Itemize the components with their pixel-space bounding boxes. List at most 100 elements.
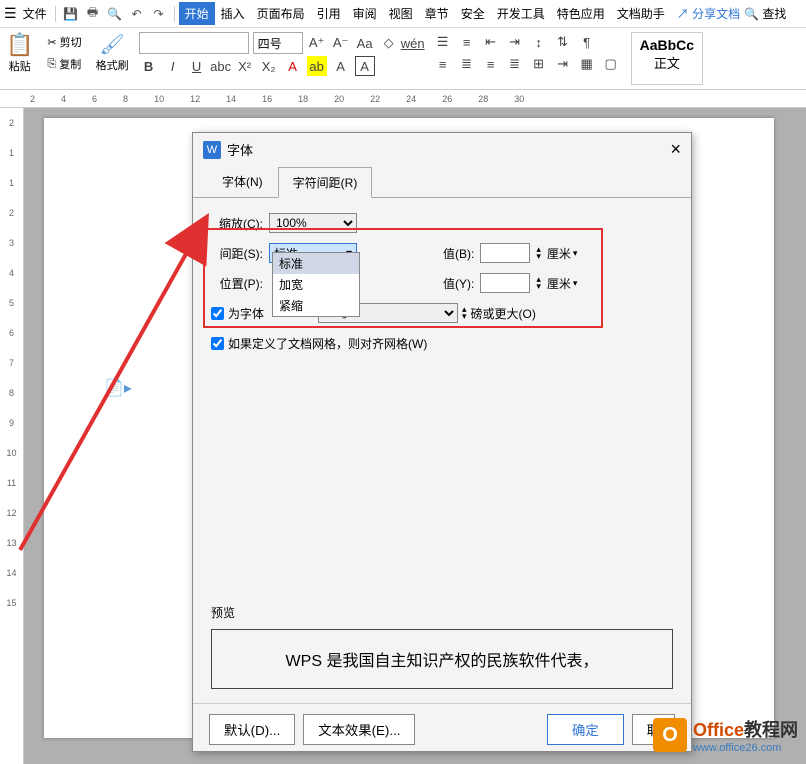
strike-icon[interactable]: abc <box>211 56 231 76</box>
position-value-label: 值(Y): <box>443 275 474 292</box>
kerning-checkbox[interactable] <box>211 307 224 320</box>
navigation-icon[interactable]: 📄▸ <box>104 378 132 398</box>
dialog-tabs: 字体(N) 字符间距(R) <box>193 166 691 198</box>
preview-icon[interactable]: 🔍 <box>107 6 123 22</box>
menu-icon[interactable]: ☰ <box>4 5 17 22</box>
brush-icon: 🖌 <box>99 32 124 57</box>
tab-icon[interactable]: ⇥ <box>553 54 573 74</box>
print-icon[interactable]: 🖶 <box>85 6 101 22</box>
dialog-body: 缩放(C): 100% 间距(S): 标准▾ 值(B): ▴▾ 厘米 位置(P)… <box>193 198 691 703</box>
spacing-option-standard[interactable]: 标准 <box>273 253 359 274</box>
close-icon[interactable]: × <box>670 139 681 160</box>
tab-review[interactable]: 审阅 <box>347 2 383 25</box>
superscript-icon[interactable]: X² <box>235 56 255 76</box>
kerning-suffix: 磅或更大(O) <box>471 305 536 322</box>
tab-security[interactable]: 安全 <box>455 2 491 25</box>
paste-label: 粘贴 <box>9 58 31 74</box>
grid-label: 如果定义了文档网格，则对齐网格(W) <box>228 335 427 352</box>
tab-view[interactable]: 视图 <box>383 2 419 25</box>
cut-button[interactable]: ✂剪切 <box>43 32 85 52</box>
app-icon: W <box>203 141 221 159</box>
tab-reference[interactable]: 引用 <box>311 2 347 25</box>
watermark: O Office教程网 www.office26.com <box>653 716 798 754</box>
spinner-icon[interactable]: ▴▾ <box>462 306 467 320</box>
numbering-icon[interactable]: ≡ <box>457 32 477 52</box>
font-name-input[interactable] <box>139 32 249 54</box>
tab-insert[interactable]: 插入 <box>215 2 251 25</box>
save-icon[interactable]: 💾 <box>63 6 79 22</box>
tab-dev[interactable]: 开发工具 <box>491 2 551 25</box>
clear-format-icon[interactable]: ◇ <box>379 33 399 53</box>
paste-button[interactable]: 📋 粘贴 <box>6 32 33 85</box>
font-size-input[interactable] <box>253 32 303 54</box>
spacing-value-label: 值(B): <box>443 245 474 262</box>
char-shading-icon[interactable]: A <box>331 56 351 76</box>
tab-section[interactable]: 章节 <box>419 2 455 25</box>
spacing-option-condensed[interactable]: 紧缩 <box>273 295 359 316</box>
dialog-title: 字体 <box>227 140 253 159</box>
tab-font[interactable]: 字体(N) <box>207 166 278 197</box>
phonetic-icon[interactable]: wén <box>403 33 423 53</box>
default-button[interactable]: 默认(D)... <box>209 714 295 745</box>
grow-font-icon[interactable]: A⁺ <box>307 33 327 53</box>
text-effect-button[interactable]: 文本效果(E)... <box>303 714 415 745</box>
preview-text: WPS 是我国自主知识产权的民族软件代表， <box>286 647 599 671</box>
show-marks-icon[interactable]: ¶ <box>577 32 597 52</box>
ribbon: 📋 粘贴 ✂剪切 ⎘复制 🖌 格式刷 A⁺ A⁻ Aa ◇ wén B I U … <box>0 28 806 90</box>
dialog-titlebar: W 字体 × <box>193 133 691 166</box>
indent-dec-icon[interactable]: ⇤ <box>481 32 501 52</box>
spacing-option-expanded[interactable]: 加宽 <box>273 274 359 295</box>
file-menu[interactable]: 文件 <box>19 5 51 22</box>
format-painter-button[interactable]: 🖌 格式刷 <box>96 32 129 85</box>
underline-icon[interactable]: U <box>187 56 207 76</box>
spacing-unit[interactable]: 厘米 <box>547 245 578 262</box>
share-link[interactable]: ↗ 分享文档 <box>677 5 740 22</box>
style-normal[interactable]: AaBbCc 正文 <box>631 32 703 85</box>
copy-button[interactable]: ⎘复制 <box>43 54 85 74</box>
scissors-icon: ✂ <box>47 36 56 49</box>
scale-select[interactable]: 100% <box>269 213 357 233</box>
distribute-icon[interactable]: ⊞ <box>529 54 549 74</box>
char-border-icon[interactable]: A <box>355 56 375 76</box>
tab-assistant[interactable]: 文档助手 <box>611 2 671 25</box>
paste-icon: 📋 <box>6 32 33 58</box>
italic-icon[interactable]: I <box>163 56 183 76</box>
indent-inc-icon[interactable]: ⇥ <box>505 32 525 52</box>
position-unit[interactable]: 厘米 <box>547 275 578 292</box>
line-spacing-icon[interactable]: ↕ <box>529 32 549 52</box>
tab-home[interactable]: 开始 <box>179 2 215 25</box>
shading-icon[interactable]: ▦ <box>577 54 597 74</box>
tab-layout[interactable]: 页面布局 <box>251 2 311 25</box>
vertical-ruler[interactable]: 21123456789101112131415 <box>0 108 24 764</box>
bullets-icon[interactable]: ☰ <box>433 32 453 52</box>
ok-button[interactable]: 确定 <box>547 714 624 745</box>
sort-icon[interactable]: ⇅ <box>553 32 573 52</box>
spinner-icon[interactable]: ▴▾ <box>536 246 541 260</box>
tab-char-spacing[interactable]: 字符间距(R) <box>278 167 373 198</box>
change-case-icon[interactable]: Aa <box>355 33 375 53</box>
shrink-font-icon[interactable]: A⁻ <box>331 33 351 53</box>
undo-icon[interactable]: ↶ <box>129 6 145 22</box>
subscript-icon[interactable]: X₂ <box>259 56 279 76</box>
font-color-icon[interactable]: A <box>283 56 303 76</box>
align-right-icon[interactable]: ≡ <box>481 54 501 74</box>
borders-icon[interactable]: ▢ <box>601 54 621 74</box>
spinner-icon[interactable]: ▴▾ <box>536 276 541 290</box>
spacing-value-input[interactable] <box>480 243 530 263</box>
align-left-icon[interactable]: ≡ <box>433 54 453 74</box>
horizontal-ruler[interactable]: 24681012141618202224262830 <box>0 90 806 108</box>
preview-label: 预览 <box>211 604 673 621</box>
grid-checkbox[interactable] <box>211 337 224 350</box>
tab-special[interactable]: 特色应用 <box>551 2 611 25</box>
align-justify-icon[interactable]: ≣ <box>505 54 525 74</box>
redo-icon[interactable]: ↷ <box>151 6 167 22</box>
bold-icon[interactable]: B <box>139 56 159 76</box>
position-value-input[interactable] <box>480 273 530 293</box>
style-name: 正文 <box>654 53 680 72</box>
font-dialog: W 字体 × 字体(N) 字符间距(R) 缩放(C): 100% 间距(S): … <box>192 132 692 752</box>
preview-box: WPS 是我国自主知识产权的民族软件代表， <box>211 629 673 689</box>
highlight-icon[interactable]: ab <box>307 56 327 76</box>
spacing-label: 间距(S): <box>211 245 263 262</box>
align-center-icon[interactable]: ≣ <box>457 54 477 74</box>
search-link[interactable]: 🔍 查找 <box>740 5 790 22</box>
